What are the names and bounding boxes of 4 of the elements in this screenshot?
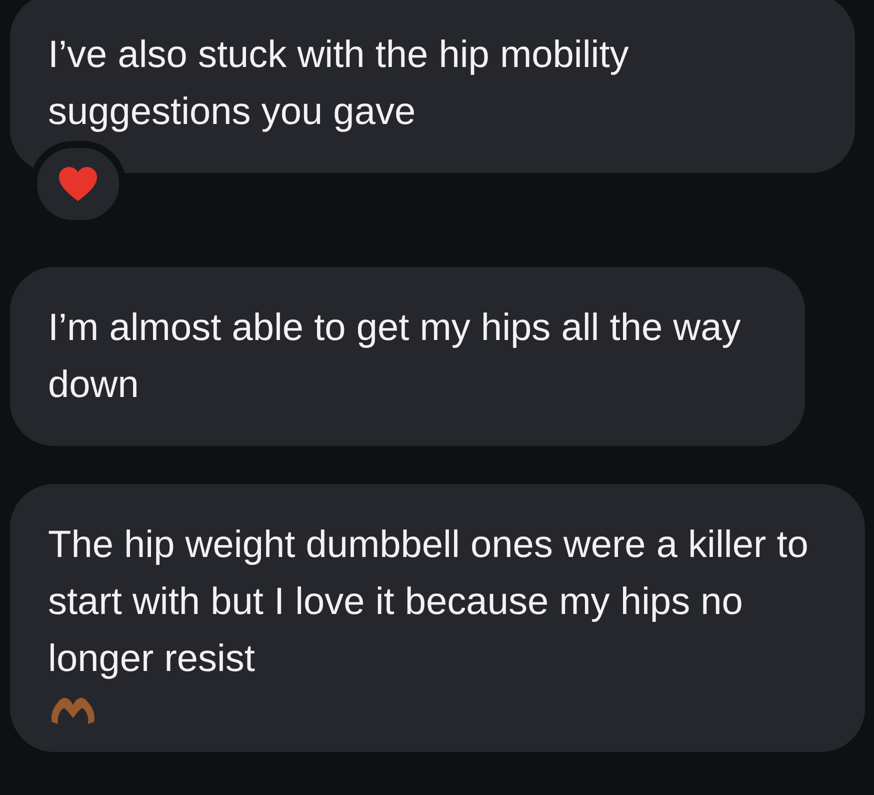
message-text: I’ve also stuck with the hip mobility suggestions you gave <box>48 33 630 135</box>
message-text: The hip weight dumbbell ones were a killer to start with but I love it because my hips no longer resist <box>48 523 810 682</box>
message-text: I’m almost able to get my hips all the way down <box>48 306 742 408</box>
heart-icon <box>58 166 98 202</box>
